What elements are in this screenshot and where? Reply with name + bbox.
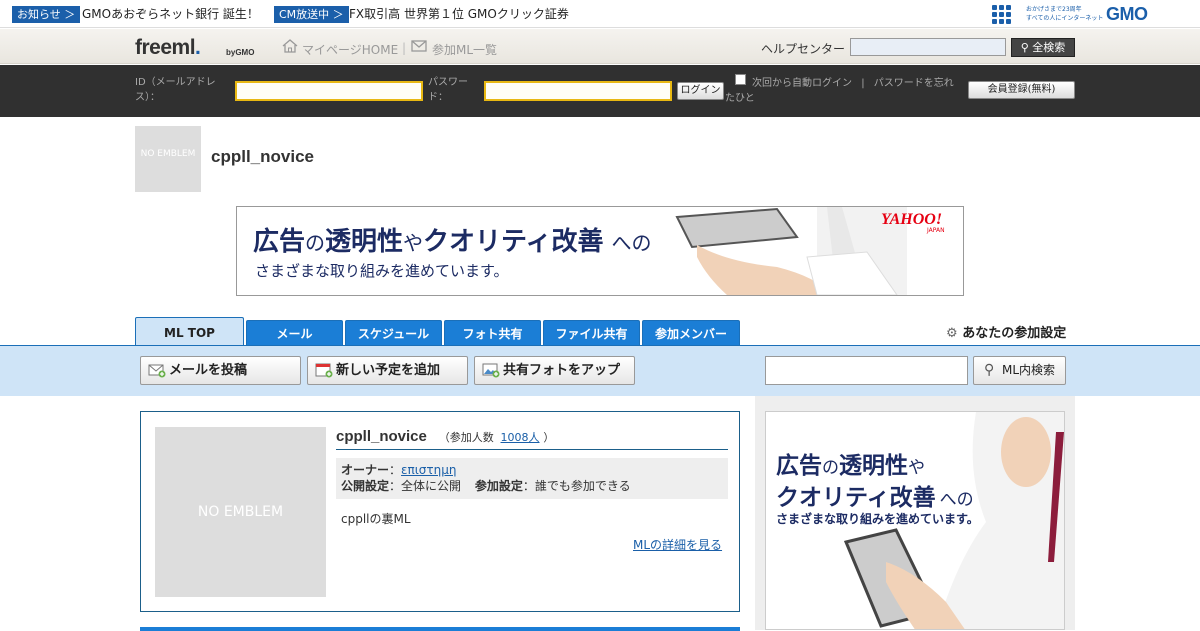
owner-row: オーナー：επιστημη	[341, 463, 457, 477]
settings-row: 公開設定：全体に公開 参加設定：誰でも参加できる	[341, 479, 631, 493]
ml-search-input[interactable]	[765, 356, 968, 385]
ml-search-label: ML内検索	[1002, 363, 1056, 377]
ad-top-word-1: 広告	[253, 227, 306, 257]
logo-dot: .	[195, 36, 201, 59]
right-column: 広告の透明性や クオリティ改善 への さまざまな取り組みを進めています。	[755, 396, 1075, 630]
password-label: パスワード：	[428, 77, 468, 103]
content-bottom-bar	[140, 627, 740, 631]
news-bar: お知らせ ＞ GMOあおぞらネット銀行 誕生！ CM放送中 ＞ FX取引高 世界…	[0, 0, 1200, 28]
members-close: ）	[543, 431, 555, 444]
ml-title: cppll_novice	[211, 147, 314, 166]
add-event-label: 新しい予定を追加	[336, 363, 441, 378]
mail-list-icon	[411, 40, 427, 52]
help-center-label: ヘルプセンター	[761, 42, 846, 56]
ad-side-word-3: 透明性	[839, 453, 908, 479]
gear-icon: ⚙	[946, 326, 958, 341]
freeml-logo[interactable]: freeml.	[135, 36, 201, 60]
owner-link[interactable]: επιστημη	[401, 463, 456, 477]
ad-side-word-5: クオリティ改善	[776, 485, 936, 511]
ad-top-word-4: や	[403, 231, 424, 255]
membership-settings-label: あなたの参加設定	[962, 326, 1067, 341]
gmo-tagline: おかげさまで23周年 すべての人にインターネット	[1026, 6, 1104, 22]
post-mail-button[interactable]: メールを投稿	[140, 356, 301, 385]
tab-members[interactable]: 参加メンバー	[642, 320, 740, 346]
login-bar: ID（メールアドレス）： パスワード： ログイン 次回から自動ログイン | パス…	[0, 65, 1200, 117]
ml-detail-link[interactable]: MLの詳細を見る	[633, 536, 722, 553]
join-label: 参加設定	[474, 479, 523, 493]
ad-top-word-3: 透明性	[325, 227, 404, 257]
magnifier-icon: ⚲	[984, 362, 995, 378]
compose-mail-icon	[148, 364, 166, 378]
add-event-button[interactable]: 新しい予定を追加	[307, 356, 468, 385]
news-badge-cm[interactable]: CM放送中 ＞	[274, 6, 349, 23]
login-separator: |	[861, 78, 865, 89]
register-button[interactable]: 会員登録(無料)	[968, 81, 1075, 99]
help-search-input[interactable]	[850, 38, 1006, 56]
ml-emblem-small: NO EMBLEM	[135, 126, 201, 192]
ad-banner-side[interactable]: 広告の透明性や クオリティ改善 への さまざまな取り組みを進めています。	[765, 411, 1065, 630]
auto-login-line: 次回から自動ログイン | パスワードを忘れたひと	[725, 76, 955, 106]
ad-side-line1: 広告の透明性や	[776, 446, 925, 480]
ad-side-subline: さまざまな取り組みを進めています。	[776, 512, 979, 526]
join-value: 誰でも参加できる	[534, 479, 631, 493]
members-label: （参加人数	[438, 431, 494, 444]
joined-ml-link[interactable]: 参加ML一覧	[432, 41, 497, 58]
news-link-bank[interactable]: GMOあおぞらネット銀行 誕生！	[82, 6, 259, 23]
membership-settings-link[interactable]: ⚙ あなたの参加設定	[946, 322, 1066, 341]
login-button[interactable]: ログイン	[677, 82, 724, 100]
gmo-grid-icon	[992, 5, 1011, 24]
home-icon	[282, 39, 298, 53]
ad-banner-top[interactable]: 広告の透明性やクオリティ改善 への さまざまな取り組みを進めています。 YAHOO…	[236, 206, 964, 296]
tab-file[interactable]: ファイル共有	[543, 320, 640, 346]
ad-side-word-4: や	[908, 458, 925, 478]
tab-schedule[interactable]: スケジュール	[345, 320, 442, 346]
public-value: 全体に公開	[401, 479, 462, 493]
global-search-button[interactable]: ⚲ 全検索	[1011, 38, 1075, 57]
password-input[interactable]	[484, 81, 672, 101]
ml-search-button[interactable]: ⚲ ML内検索	[973, 356, 1066, 385]
owner-label: オーナー	[341, 463, 390, 477]
ad-side-line2: クオリティ改善 への	[776, 478, 974, 512]
ad-side-word-1: 広告	[776, 453, 822, 479]
ad-top-word-6: への	[611, 231, 652, 255]
ml-info-box: NO EMBLEM cppll_novice （参加人数 1008人 ） オーナ…	[140, 411, 740, 612]
public-label: 公開設定	[341, 479, 390, 493]
id-input[interactable]	[235, 81, 423, 101]
ad-side-word-6: への	[939, 490, 974, 510]
id-label: ID（メールアドレス）：	[135, 77, 216, 103]
ml-owner-box: オーナー：επιστημη 公開設定：全体に公開 参加設定：誰でも参加できる	[336, 458, 728, 499]
ml-emblem-large: NO EMBLEM	[155, 427, 326, 597]
upload-photo-button[interactable]: 共有フォトをアップ	[474, 356, 635, 385]
tab-ml-top[interactable]: ML TOP	[135, 317, 244, 347]
ad-top-subline: さまざまな取り組みを進めています。	[255, 262, 509, 280]
logo-text: freeml	[135, 36, 196, 59]
tab-mail[interactable]: メール	[246, 320, 343, 346]
ad-top-word-5: クオリティ改善	[423, 227, 604, 257]
members-count-link[interactable]: 1008人	[501, 431, 540, 444]
auto-login-label[interactable]: 次回から自動ログイン	[752, 78, 852, 89]
news-badge-notice[interactable]: お知らせ ＞	[12, 6, 81, 23]
tab-photo[interactable]: フォト共有	[444, 320, 541, 346]
upload-photo-label: 共有フォトをアップ	[503, 363, 621, 378]
header-separator: |	[402, 41, 407, 55]
ad-top-word-2: の	[305, 231, 326, 255]
ad-top-headline: 広告の透明性やクオリティ改善 への	[253, 221, 651, 258]
gmo-logo[interactable]: GMO	[1106, 4, 1148, 25]
ml-info-name: cppll_novice	[336, 428, 427, 445]
photo-add-icon	[482, 363, 500, 378]
yahoo-japan-text: JAPAN	[927, 227, 945, 234]
site-header: freeml. byGMO マイページHOME | 参加ML一覧 ヘルプセンター…	[0, 29, 1200, 64]
action-bar: メールを投稿 新しい予定を追加 共有フォトをアップ ⚲ ML内検索	[0, 346, 1200, 396]
search-icon: ⚲	[1020, 41, 1029, 54]
news-link-fx[interactable]: FX取引高 世界第１位 GMOクリック証券	[349, 6, 569, 23]
global-search-label: 全検索	[1032, 41, 1066, 54]
post-mail-label: メールを投稿	[169, 363, 248, 378]
ml-info-title: cppll_novice （参加人数 1008人 ）	[336, 428, 728, 450]
ml-description: cppllの裏ML	[341, 512, 411, 526]
mypage-home-link[interactable]: マイページHOME	[302, 41, 398, 58]
ad-side-word-2: の	[822, 458, 839, 478]
calendar-add-icon	[315, 363, 333, 378]
logo-subtext: byGMO	[226, 48, 255, 57]
ad-tablet-image	[675, 207, 907, 295]
